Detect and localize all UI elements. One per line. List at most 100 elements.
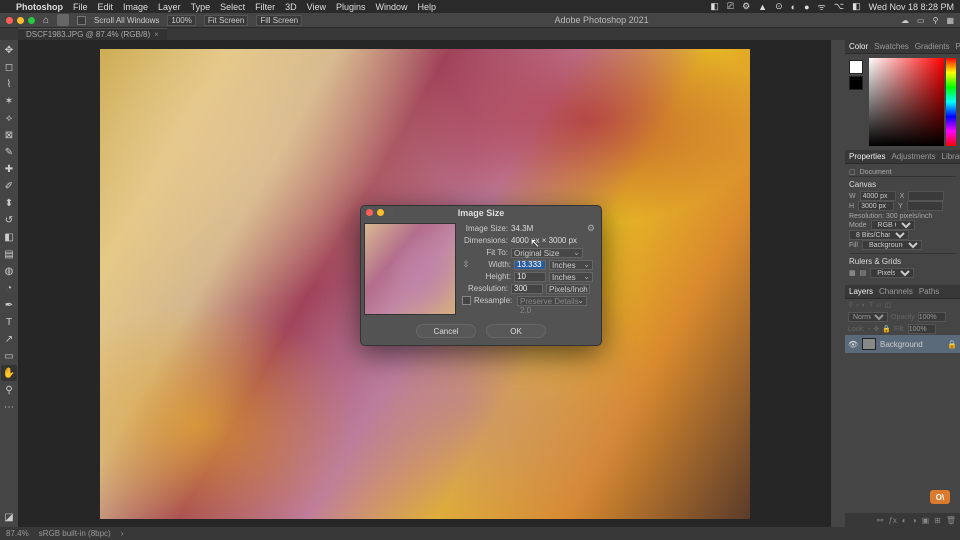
dialog-preview[interactable] bbox=[364, 223, 456, 315]
tab-channels[interactable]: Channels bbox=[879, 287, 913, 296]
lasso-tool-icon[interactable]: ⌇ bbox=[1, 76, 17, 92]
status-icon[interactable]: ◧ bbox=[710, 1, 719, 12]
color-field[interactable] bbox=[869, 58, 944, 146]
search-icon[interactable]: ⚲ bbox=[933, 16, 939, 25]
lock-position-icon[interactable]: ✥ bbox=[873, 325, 879, 333]
stamp-tool-icon[interactable]: ⬍ bbox=[1, 195, 17, 211]
color-swatch-icon[interactable]: ◪ bbox=[1, 509, 17, 525]
status-icon[interactable]: ◧ bbox=[852, 1, 861, 12]
zoom-level[interactable]: 87.4% bbox=[6, 529, 29, 538]
dodge-tool-icon[interactable]: ◔ bbox=[1, 280, 17, 296]
canvas-y-input[interactable] bbox=[907, 201, 943, 211]
fill-select[interactable]: Background Color bbox=[862, 240, 922, 250]
status-icon[interactable]: ⎚ bbox=[727, 1, 734, 12]
filter-smart-icon[interactable]: ◫ bbox=[885, 301, 892, 309]
ruler-units-select[interactable]: Pixels bbox=[870, 268, 914, 278]
link-icon[interactable]: ⇳ bbox=[462, 259, 470, 270]
menu-edit[interactable]: Edit bbox=[98, 2, 114, 12]
brush-tool-icon[interactable]: ✐ bbox=[1, 178, 17, 194]
menubar-clock[interactable]: Wed Nov 18 8:28 PM bbox=[869, 2, 954, 12]
resolution-unit-select[interactable]: Pixels/Inch bbox=[546, 284, 590, 294]
status-icon[interactable]: ▲ bbox=[758, 2, 767, 12]
grid-icon[interactable]: ▤ bbox=[860, 269, 867, 277]
mode-select[interactable]: RGB Color bbox=[871, 220, 915, 230]
cancel-button[interactable]: Cancel bbox=[416, 324, 476, 338]
width-input[interactable] bbox=[514, 260, 546, 270]
wifi-icon[interactable]: ᯤ bbox=[818, 0, 826, 13]
menu-plugins[interactable]: Plugins bbox=[336, 2, 366, 12]
close-icon[interactable] bbox=[6, 17, 13, 24]
filter-type-icon[interactable]: T bbox=[869, 302, 873, 309]
marquee-tool-icon[interactable]: ◻ bbox=[1, 59, 17, 75]
filter-shape-icon[interactable]: ▱ bbox=[876, 301, 881, 309]
filter-adjust-icon[interactable]: ◐ bbox=[862, 302, 866, 309]
opacity-input[interactable] bbox=[918, 312, 946, 322]
scroll-all-checkbox[interactable] bbox=[77, 16, 86, 25]
menu-file[interactable]: File bbox=[73, 2, 88, 12]
wand-tool-icon[interactable]: ✶ bbox=[1, 93, 17, 109]
edit-toolbar-icon[interactable]: ⋯ bbox=[1, 399, 17, 415]
maximize-icon[interactable] bbox=[28, 17, 35, 24]
link-layers-icon[interactable]: ⚯ bbox=[877, 516, 884, 525]
tab-paths[interactable]: Paths bbox=[919, 287, 939, 296]
width-unit-select[interactable]: Inches bbox=[549, 260, 593, 270]
color-picker[interactable] bbox=[849, 58, 956, 146]
gradient-tool-icon[interactable]: ▤ bbox=[1, 246, 17, 262]
canvas-height-input[interactable] bbox=[858, 201, 894, 211]
adjustment-icon[interactable]: ◑ bbox=[912, 516, 917, 525]
gear-icon[interactable]: ⚙ bbox=[587, 223, 595, 234]
resample-checkbox[interactable] bbox=[462, 296, 471, 305]
status-icon[interactable]: ⌥ bbox=[834, 1, 844, 12]
height-unit-select[interactable]: Inches bbox=[549, 272, 593, 282]
shape-tool-icon[interactable]: ▭ bbox=[1, 348, 17, 364]
app-name[interactable]: Photoshop bbox=[16, 2, 63, 12]
move-tool-icon[interactable]: ✥ bbox=[1, 42, 17, 58]
fg-swatch[interactable] bbox=[849, 60, 863, 74]
menu-type[interactable]: Type bbox=[191, 2, 211, 12]
path-tool-icon[interactable]: ↗ bbox=[1, 331, 17, 347]
tab-swatches[interactable]: Swatches bbox=[874, 42, 909, 51]
menu-select[interactable]: Select bbox=[220, 2, 245, 12]
menu-view[interactable]: View bbox=[307, 2, 326, 12]
collapsed-panels-strip[interactable] bbox=[831, 40, 845, 527]
tab-libraries[interactable]: Libraries bbox=[942, 152, 960, 161]
fit-to-select[interactable]: Original Size bbox=[511, 248, 583, 258]
menu-window[interactable]: Window bbox=[376, 2, 408, 12]
eraser-tool-icon[interactable]: ◧ bbox=[1, 229, 17, 245]
fill-screen-button[interactable]: Fill Screen bbox=[256, 15, 302, 26]
frame-tool-icon[interactable]: ⊠ bbox=[1, 127, 17, 143]
workspace-icon[interactable]: ▦ bbox=[946, 16, 954, 25]
menu-layer[interactable]: Layer bbox=[158, 2, 181, 12]
type-tool-icon[interactable]: T bbox=[1, 314, 17, 330]
eyedropper-tool-icon[interactable]: ✎ bbox=[1, 144, 17, 160]
dialog-titlebar[interactable]: Image Size bbox=[361, 206, 601, 220]
history-brush-icon[interactable]: ↺ bbox=[1, 212, 17, 228]
layer-filter-icon[interactable]: ⚲ bbox=[848, 301, 853, 309]
ok-button[interactable]: OK bbox=[486, 324, 546, 338]
share-icon[interactable]: ▭ bbox=[917, 16, 925, 25]
fx-icon[interactable]: ƒx bbox=[888, 516, 896, 525]
zoom-100-button[interactable]: 100% bbox=[167, 15, 195, 26]
fill-input[interactable] bbox=[908, 324, 936, 334]
hand-tool-icon[interactable]: ✋ bbox=[1, 365, 17, 381]
canvas-width-input[interactable] bbox=[860, 191, 896, 201]
mask-icon[interactable]: ◐ bbox=[902, 516, 907, 525]
status-icon[interactable]: ⚙ bbox=[742, 1, 750, 12]
status-icon[interactable]: ● bbox=[804, 2, 809, 12]
minimize-icon[interactable] bbox=[17, 17, 24, 24]
lock-icon[interactable]: 🔒 bbox=[947, 340, 957, 349]
lock-all-icon[interactable]: 🔒 bbox=[882, 325, 891, 333]
ruler-icon[interactable]: ▦ bbox=[849, 269, 856, 277]
tool-preset-icon[interactable] bbox=[57, 14, 69, 26]
resample-select[interactable]: Preserve Details 2.0 bbox=[517, 296, 587, 306]
lock-pixels-icon[interactable]: ▫ bbox=[868, 326, 870, 333]
tab-properties[interactable]: Properties bbox=[849, 152, 885, 161]
tab-layers[interactable]: Layers bbox=[849, 287, 873, 296]
heal-tool-icon[interactable]: ✚ bbox=[1, 161, 17, 177]
menu-filter[interactable]: Filter bbox=[255, 2, 275, 12]
menu-help[interactable]: Help bbox=[418, 2, 437, 12]
status-icon[interactable]: ◐ bbox=[791, 2, 796, 12]
dialog-minimize-icon[interactable] bbox=[377, 209, 384, 216]
blur-tool-icon[interactable]: ◍ bbox=[1, 263, 17, 279]
document-tab[interactable]: DSCF1983.JPG @ 87.4% (RGB/8) × bbox=[18, 28, 167, 40]
